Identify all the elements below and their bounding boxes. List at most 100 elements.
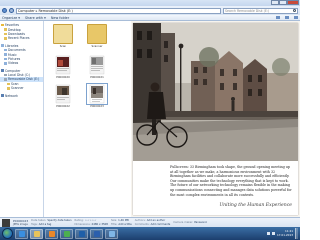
file-item-selected[interactable]: P0000023: [86, 83, 108, 108]
organize-button[interactable]: Organize ▾: [2, 16, 20, 20]
image-thumbnail: [53, 84, 73, 104]
removable-drive-icon: [4, 78, 7, 81]
camera-maker-value[interactable]: Panasonic: [194, 221, 207, 224]
details-thumbnail: [2, 218, 10, 227]
folder-icon: [7, 82, 10, 86]
taskbar-app[interactable]: [45, 228, 58, 239]
preview-pane-icon[interactable]: [285, 15, 289, 20]
search-input[interactable]: Search Removable Disk (E:): [223, 7, 298, 14]
taskbar-app[interactable]: [90, 228, 103, 239]
preview-pane: Fullscreen: 33 Birmingham took shape, th…: [131, 21, 300, 217]
tags-value[interactable]: Add a tag: [39, 223, 52, 226]
comments-value[interactable]: Add comments: [151, 223, 171, 226]
comments-label: Comments:: [134, 222, 150, 226]
maximize-button[interactable]: [279, 0, 287, 5]
help-icon[interactable]: [294, 15, 298, 20]
address-bar: Computer ▸ Removable Disk (E:) Search Re…: [0, 6, 300, 15]
search-icon: [293, 9, 296, 12]
details-file-type: JPEG image: [13, 223, 28, 227]
drive-icon: [4, 73, 7, 77]
details-col-3: Size: 1,46 MB Title: Add a title: [111, 219, 132, 226]
details-col-2: Rating: ☆☆☆☆☆ Dimensions: 2480 x 3508: [75, 219, 108, 226]
photoshop-icon: [78, 230, 85, 237]
file-item[interactable]: P0000022: [52, 84, 74, 108]
recent-places-icon: [4, 37, 7, 40]
file-item[interactable]: Scanner: [86, 24, 108, 48]
library-icon: [1, 44, 4, 48]
window-controls: [271, 0, 299, 5]
details-pane: P0000023 JPEG image Date taken: Specify …: [0, 217, 300, 227]
clock[interactable]: 11:21 17.01.2013: [277, 230, 293, 237]
breadcrumb-separator: ▸: [35, 8, 38, 13]
details-col-1: Date taken: Specify date taken Tags: Add…: [31, 219, 71, 226]
image-thumbnail: [53, 55, 73, 75]
camera-maker-label: Camera maker:: [173, 221, 194, 224]
taskbar-app[interactable]: [105, 228, 118, 239]
share-with-button[interactable]: Share with ▾: [25, 16, 46, 20]
new-folder-button[interactable]: New folder: [51, 16, 69, 20]
preview-tagline: Uniting the Human Experience: [219, 203, 292, 208]
taskbar-app[interactable]: [60, 228, 73, 239]
details-col-5: Camera maker: Panasonic: [173, 221, 207, 224]
pictures-icon: [4, 57, 7, 61]
rating-stars[interactable]: ☆☆☆☆☆: [85, 219, 97, 222]
network-icon: [1, 94, 4, 97]
network-tray-icon[interactable]: [266, 232, 270, 235]
file-item[interactable]: P0000020: [52, 55, 74, 79]
computer-icon: [1, 69, 4, 72]
breadcrumb-removable-disk[interactable]: Removable Disk (E:): [38, 9, 72, 13]
view-options-icon[interactable]: [276, 15, 280, 20]
search-placeholder: Search Removable Disk (E:): [225, 8, 270, 13]
desktop-icon: [4, 28, 7, 31]
nav-network[interactable]: Network: [0, 93, 43, 98]
downloads-icon: [4, 32, 7, 36]
image-thumbnail: [86, 83, 108, 105]
title-value[interactable]: Add a title: [118, 223, 131, 226]
dimensions-label: Dimensions:: [74, 222, 91, 226]
taskbar-app[interactable]: [75, 228, 88, 239]
file-name: Scanner: [91, 45, 103, 48]
date-taken-value[interactable]: Specify date taken: [47, 219, 71, 222]
taskbar-app[interactable]: [15, 228, 28, 239]
word-icon: [93, 230, 100, 237]
details-col-4: Authors: Add an author Comments: Add com…: [135, 219, 170, 226]
nav-recent-places[interactable]: Recent Places: [0, 36, 43, 40]
file-item[interactable]: Scan: [52, 24, 74, 48]
minimize-button[interactable]: [271, 0, 279, 5]
details-file-info: P0000023 JPEG image: [13, 219, 28, 227]
nav-scanner-folder[interactable]: Scanner: [0, 86, 43, 90]
file-name: P0000023: [90, 105, 104, 108]
nav-videos[interactable]: Videos: [0, 61, 43, 65]
file-name: P0000021: [90, 76, 104, 79]
show-desktop-button[interactable]: [295, 228, 298, 239]
taskbar-app[interactable]: [30, 228, 43, 239]
folder-icon: [7, 86, 10, 90]
music-icon: [4, 53, 7, 56]
close-button[interactable]: [287, 0, 299, 5]
details-file-name: P0000023: [13, 218, 29, 223]
authors-value[interactable]: Add an author: [147, 219, 165, 222]
system-tray: 11:21 17.01.2013: [266, 228, 298, 239]
size-label: Size:: [110, 219, 118, 223]
tags-label: Tags:: [31, 222, 38, 226]
start-button[interactable]: [2, 228, 13, 239]
file-name: Scan: [59, 45, 67, 48]
folder-icon: [87, 24, 107, 44]
file-list: Scan Scanner P0000020 P0000021 P0000022 …: [44, 21, 131, 217]
file-name: P0000022: [56, 105, 70, 108]
folder-icon: [53, 24, 73, 44]
title-label: Title:: [110, 222, 118, 226]
star-icon: [1, 23, 4, 27]
forward-button[interactable]: [8, 8, 14, 13]
authors-label: Authors:: [134, 219, 146, 223]
dimensions-value: 2480 x 3508: [91, 222, 108, 226]
windows-explorer-icon: [33, 230, 40, 237]
chrome-icon: [63, 230, 70, 237]
videos-icon: [4, 62, 7, 65]
volume-icon[interactable]: [271, 232, 275, 235]
breadcrumb-computer[interactable]: Computer: [18, 9, 35, 13]
back-button[interactable]: [2, 8, 7, 13]
explorer-window: Computer ▸ Removable Disk (E:) Search Re…: [0, 0, 300, 227]
file-item[interactable]: P0000021: [86, 55, 108, 79]
address-field[interactable]: Computer ▸ Removable Disk (E:): [15, 7, 222, 14]
